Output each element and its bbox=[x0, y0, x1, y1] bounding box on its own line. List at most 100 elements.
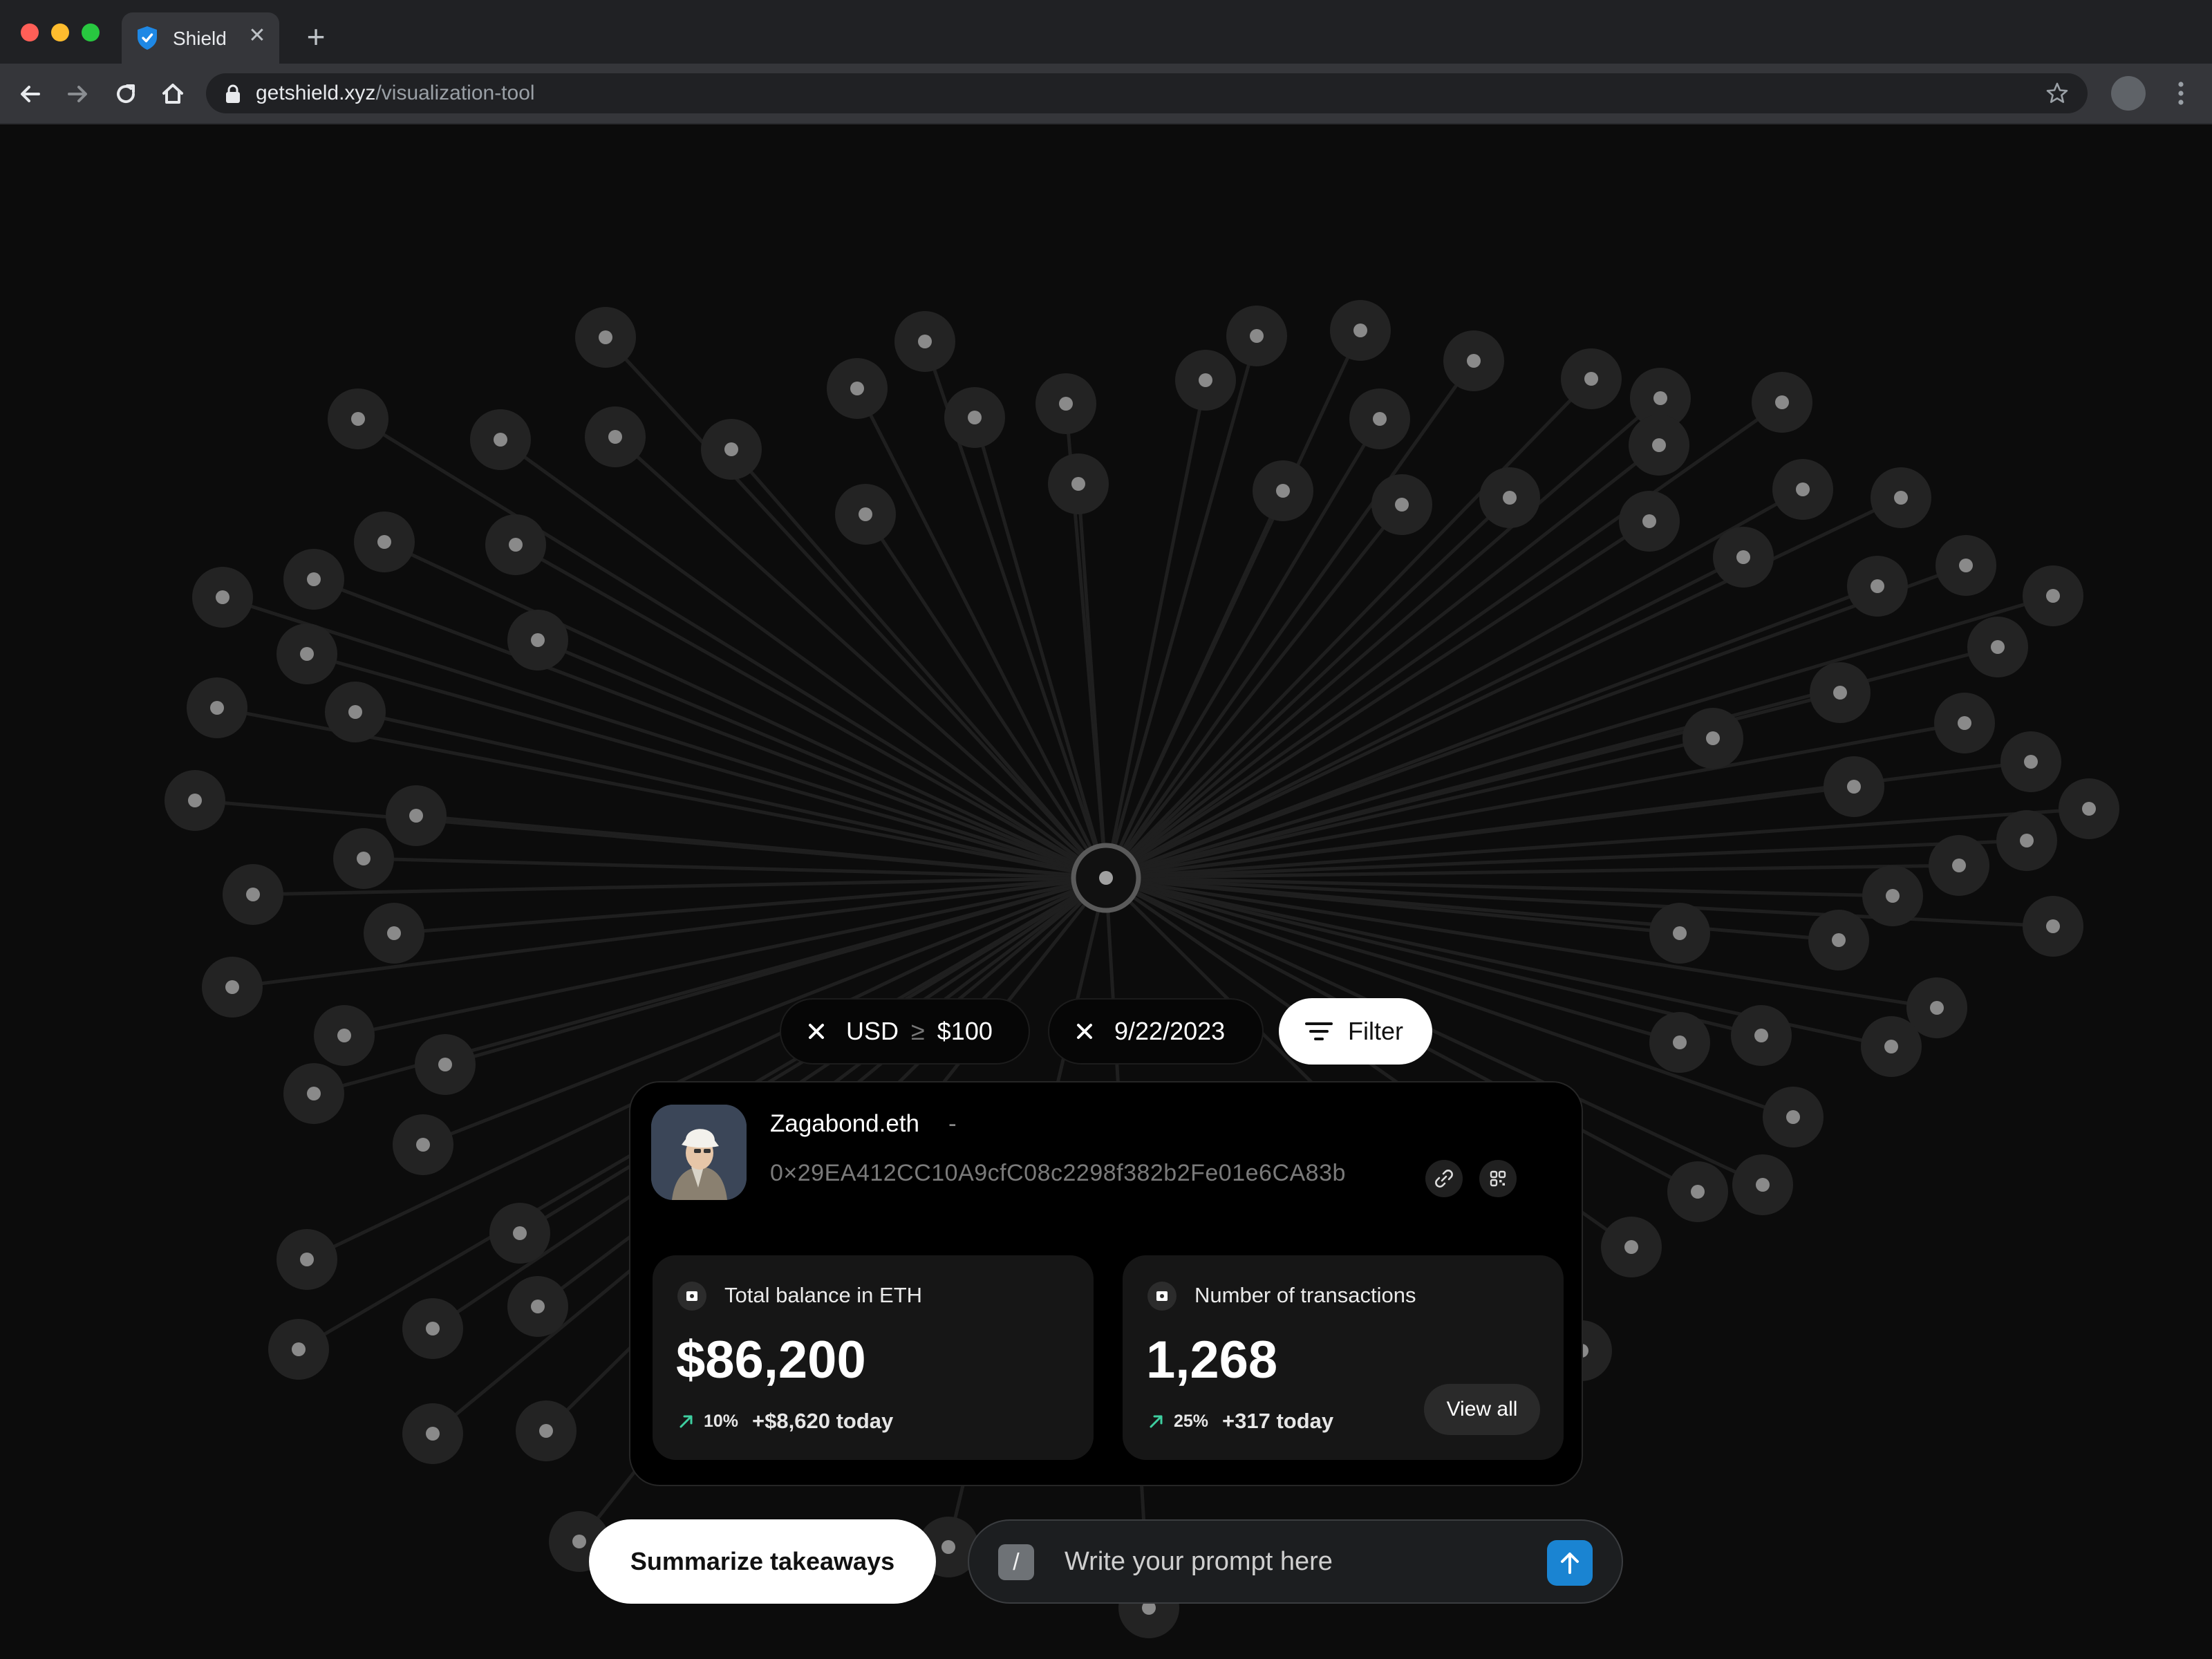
graph-node[interactable] bbox=[283, 549, 344, 610]
graph-node[interactable] bbox=[1967, 617, 2028, 677]
remove-filter-icon[interactable] bbox=[805, 1020, 828, 1043]
graph-node[interactable] bbox=[1649, 1012, 1710, 1073]
graph-node[interactable] bbox=[1629, 415, 1689, 476]
window-close-button[interactable] bbox=[21, 24, 39, 41]
graph-node[interactable] bbox=[1752, 372, 1812, 433]
graph-node[interactable] bbox=[835, 484, 896, 545]
graph-node[interactable] bbox=[894, 311, 955, 372]
graph-node[interactable] bbox=[276, 1229, 337, 1290]
window-minimize-button[interactable] bbox=[51, 24, 69, 41]
new-tab-button[interactable]: + bbox=[299, 21, 333, 55]
graph-node[interactable] bbox=[2023, 896, 2083, 957]
usd-filter-chip[interactable]: USD ≥ $100 bbox=[780, 998, 1030, 1065]
graph-node[interactable] bbox=[1824, 756, 1884, 817]
copy-link-button[interactable] bbox=[1425, 1160, 1463, 1197]
graph-node[interactable] bbox=[1861, 1016, 1922, 1077]
graph-node[interactable] bbox=[1871, 467, 1931, 528]
graph-node[interactable] bbox=[1561, 348, 1622, 409]
graph-node[interactable] bbox=[516, 1400, 577, 1461]
browser-tab[interactable]: Shield ✕ bbox=[122, 12, 279, 64]
graph-node[interactable] bbox=[1847, 556, 1908, 617]
graph-node[interactable] bbox=[325, 682, 386, 742]
graph-node[interactable] bbox=[1683, 708, 1743, 769]
graph-node[interactable] bbox=[1048, 453, 1109, 514]
graph-node[interactable] bbox=[333, 828, 394, 889]
address-bar[interactable]: getshield.xyz/visualization-tool bbox=[206, 73, 2088, 113]
graph-node[interactable] bbox=[165, 770, 225, 831]
graph-node[interactable] bbox=[1810, 662, 1871, 723]
graph-node[interactable] bbox=[1601, 1217, 1662, 1277]
graph-node[interactable] bbox=[507, 1276, 568, 1337]
graph-node[interactable] bbox=[1731, 1005, 1792, 1066]
tab-close-icon[interactable]: ✕ bbox=[245, 24, 270, 48]
graph-node[interactable] bbox=[1667, 1161, 1728, 1222]
graph-node[interactable] bbox=[507, 610, 568, 671]
qr-code-button[interactable] bbox=[1479, 1160, 1517, 1197]
date-filter-chip[interactable]: 9/22/2023 bbox=[1048, 998, 1264, 1065]
graph-node[interactable] bbox=[1330, 300, 1391, 361]
graph-node[interactable] bbox=[1934, 693, 1995, 753]
graph-node[interactable] bbox=[489, 1203, 550, 1264]
center-node[interactable] bbox=[1071, 843, 1141, 913]
bookmark-star-icon[interactable] bbox=[2045, 81, 2070, 106]
graph-node[interactable] bbox=[276, 624, 337, 684]
home-icon[interactable] bbox=[158, 79, 188, 109]
prompt-input[interactable] bbox=[1063, 1540, 1508, 1583]
graph-node[interactable] bbox=[223, 864, 283, 925]
reload-icon[interactable] bbox=[111, 79, 141, 109]
profile-avatar[interactable] bbox=[2111, 76, 2146, 111]
graph-node[interactable] bbox=[1862, 865, 1923, 926]
graph-node[interactable] bbox=[1772, 459, 1833, 520]
graph-node[interactable] bbox=[2059, 778, 2119, 839]
graph-node[interactable] bbox=[1371, 474, 1432, 535]
graph-node[interactable] bbox=[575, 307, 636, 368]
graph-node[interactable] bbox=[1035, 373, 1096, 434]
graph-node[interactable] bbox=[1349, 388, 1410, 449]
graph-node[interactable] bbox=[1713, 527, 1774, 588]
graph-node[interactable] bbox=[402, 1403, 463, 1464]
graph-node[interactable] bbox=[1732, 1154, 1793, 1215]
graph-node[interactable] bbox=[470, 409, 531, 470]
graph-node[interactable] bbox=[485, 514, 546, 575]
graph-node[interactable] bbox=[187, 677, 247, 738]
graph-node[interactable] bbox=[1619, 491, 1680, 552]
graph-node[interactable] bbox=[415, 1034, 476, 1095]
filter-button[interactable]: Filter bbox=[1279, 998, 1432, 1065]
graph-node[interactable] bbox=[1936, 535, 1996, 596]
view-all-button[interactable]: View all bbox=[1424, 1384, 1540, 1435]
graph-node[interactable] bbox=[1929, 835, 1989, 896]
more-menu-icon[interactable] bbox=[2171, 76, 2191, 111]
graph-node[interactable] bbox=[202, 957, 263, 1018]
graph-node[interactable] bbox=[1443, 330, 1504, 391]
graph-node[interactable] bbox=[328, 388, 388, 449]
graph-node[interactable] bbox=[1253, 460, 1313, 521]
graph-node[interactable] bbox=[1479, 467, 1540, 528]
graph-node[interactable] bbox=[364, 903, 424, 964]
forward-icon[interactable] bbox=[62, 79, 93, 109]
graph-node[interactable] bbox=[2000, 731, 2061, 792]
graph-node[interactable] bbox=[1649, 903, 1710, 964]
graph-node[interactable] bbox=[944, 387, 1005, 448]
graph-node[interactable] bbox=[402, 1298, 463, 1359]
graph-node[interactable] bbox=[314, 1005, 375, 1066]
graph-node[interactable] bbox=[1175, 350, 1236, 411]
graph-node[interactable] bbox=[393, 1114, 453, 1175]
graph-node[interactable] bbox=[192, 567, 253, 628]
graph-node[interactable] bbox=[1226, 306, 1287, 366]
graph-node[interactable] bbox=[283, 1063, 344, 1124]
remove-filter-icon[interactable] bbox=[1073, 1020, 1096, 1043]
graph-node[interactable] bbox=[354, 512, 415, 572]
summarize-takeaways-button[interactable]: Summarize takeaways bbox=[589, 1519, 936, 1604]
graph-node[interactable] bbox=[827, 358, 888, 419]
graph-node[interactable] bbox=[1763, 1087, 1824, 1147]
graph-node[interactable] bbox=[268, 1319, 329, 1380]
window-maximize-button[interactable] bbox=[82, 24, 100, 41]
graph-node[interactable] bbox=[386, 785, 447, 846]
send-button[interactable] bbox=[1547, 1540, 1593, 1586]
slash-command-key[interactable]: / bbox=[998, 1544, 1034, 1580]
graph-node[interactable] bbox=[1808, 910, 1869, 971]
graph-node[interactable] bbox=[2023, 565, 2083, 626]
graph-node[interactable] bbox=[585, 406, 646, 467]
back-icon[interactable] bbox=[15, 79, 46, 109]
graph-node[interactable] bbox=[1996, 810, 2057, 871]
